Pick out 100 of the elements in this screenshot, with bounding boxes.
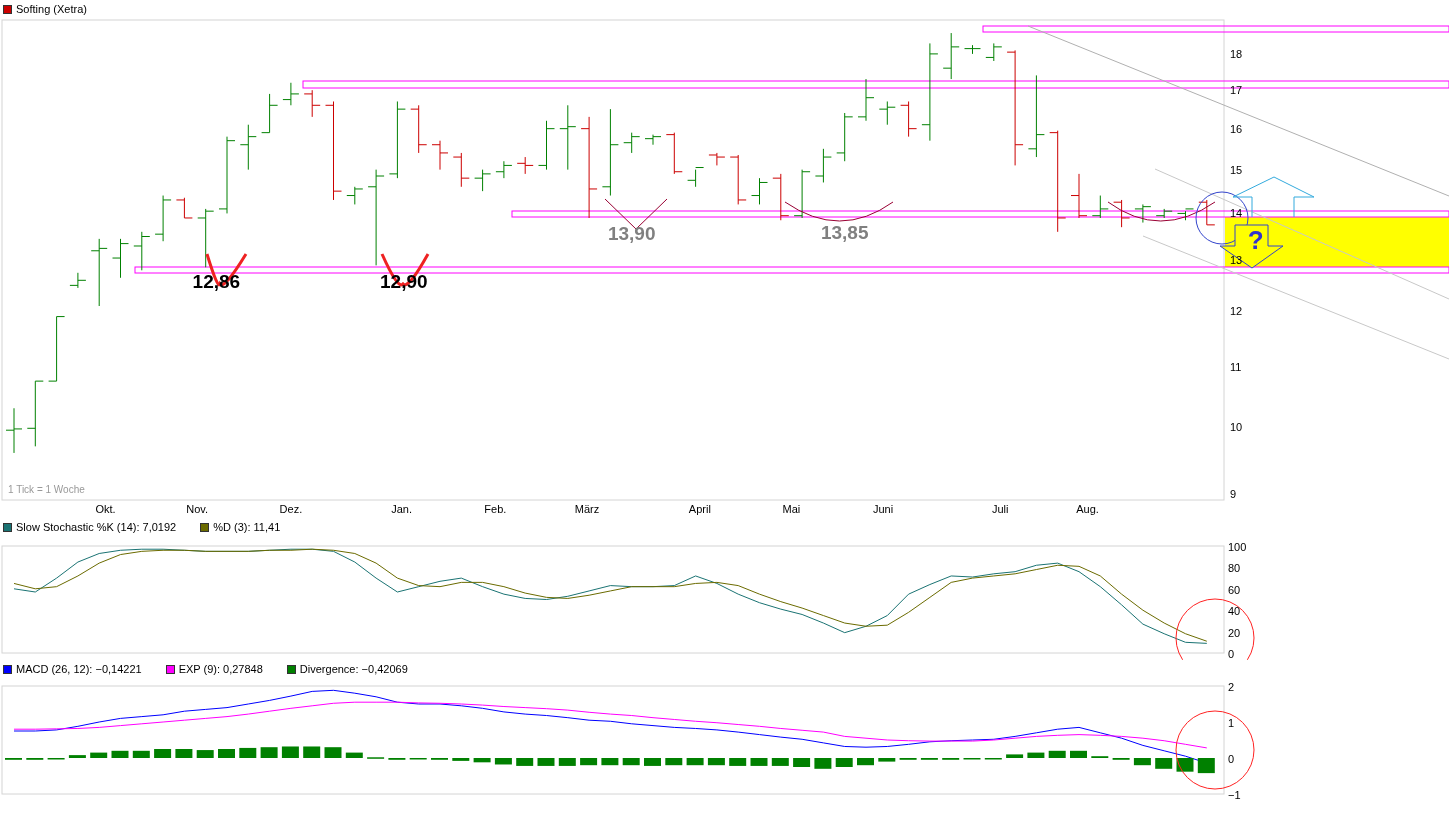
divergence-bar	[857, 758, 874, 766]
legend-label: %D (3): 11,41	[213, 519, 281, 535]
divergence-bar	[537, 758, 555, 766]
divergence-bar	[239, 747, 257, 758]
price-bar	[346, 186, 364, 205]
divergence-bar	[601, 758, 619, 766]
price-bar	[282, 82, 300, 106]
divergence-bar	[878, 758, 896, 762]
price-bar	[495, 160, 513, 179]
divergence-bar	[1133, 758, 1151, 766]
price-bar	[5, 407, 23, 454]
price-bar	[729, 154, 747, 205]
divergence-bar	[771, 758, 789, 766]
price-bar	[431, 140, 449, 171]
price-bar	[964, 44, 981, 55]
axis-label: 2	[1228, 681, 1235, 693]
axis-label: März	[574, 503, 600, 515]
axis-label: −1	[1228, 789, 1241, 800]
price-bar	[985, 42, 1003, 62]
divergence-bar	[324, 747, 342, 758]
divergence-bar	[1048, 750, 1066, 758]
axis-label: 12	[1230, 305, 1243, 318]
legend-label: MACD (26, 12): −0,14221	[16, 661, 142, 677]
price-annotation: ?	[1247, 225, 1264, 256]
interval-note: 1 Tick = 1 Woche	[8, 484, 85, 495]
axis-label: 17	[1230, 84, 1243, 97]
divergence-bar	[580, 758, 598, 766]
divergence-bar	[1176, 758, 1194, 772]
divergence-bar	[1155, 758, 1173, 769]
price-bar	[1155, 208, 1173, 219]
divergence-bar	[622, 758, 640, 766]
axis-label: 100	[1228, 541, 1247, 553]
divergence-bar	[473, 758, 491, 763]
divergence-bar	[644, 758, 661, 766]
axis-label: Okt.	[95, 503, 116, 515]
divergence-bar	[345, 752, 363, 758]
price-bar	[623, 132, 641, 154]
price-annotation: 13,90	[607, 222, 656, 244]
price-bar	[1198, 199, 1216, 226]
legend-label: Slow Stochastic %K (14): 7,0192	[16, 519, 177, 535]
divergence-bar	[111, 750, 129, 758]
price-bar	[1134, 203, 1152, 224]
divergence-bar	[686, 758, 704, 766]
axis-label: Aug.	[1076, 503, 1099, 515]
divergence-bar	[281, 746, 299, 758]
divergence-bar	[132, 750, 150, 758]
price-bar	[154, 195, 172, 242]
price-bar	[197, 208, 215, 268]
axis-label: Juni	[872, 503, 894, 515]
divergence-bar	[835, 758, 853, 767]
divergence-bar	[1027, 752, 1045, 758]
divergence-bar	[154, 749, 172, 758]
price-bar	[857, 78, 875, 122]
legend-label: EXP (9): 0,27848	[178, 661, 263, 677]
divergence-bar	[665, 758, 683, 766]
price-bar	[175, 197, 193, 219]
divergence-bar	[750, 758, 768, 766]
divergence-bar	[303, 746, 321, 758]
price-bar	[665, 132, 683, 175]
axis-label: 40	[1228, 605, 1241, 618]
price-bar	[878, 101, 896, 126]
legend-label: Softing (Xetra)	[16, 1, 87, 17]
price-bar	[1070, 173, 1088, 219]
divergence-bar	[1197, 758, 1215, 774]
axis-label: 15	[1230, 163, 1243, 176]
price-annotation: 13,85	[820, 221, 869, 243]
axis-label: 13	[1230, 254, 1243, 267]
axis-label: 80	[1228, 562, 1241, 575]
divergence-bar	[452, 758, 470, 761]
axis-label: 11	[1230, 360, 1242, 373]
price-bar	[303, 89, 321, 118]
price-bar	[48, 316, 66, 382]
price-bar	[239, 124, 257, 171]
legend-label: Divergence: −0,42069	[299, 661, 408, 677]
price-bar	[1177, 208, 1194, 221]
price-bar	[814, 148, 832, 183]
price-bar	[900, 101, 918, 138]
axis-label: Nov.	[186, 503, 209, 515]
divergence-bar	[729, 758, 747, 766]
divergence-bar	[516, 758, 534, 766]
price-bar	[474, 169, 492, 192]
price-bar	[687, 167, 705, 188]
axis-label: 20	[1228, 626, 1241, 639]
axis-label: April	[688, 503, 711, 515]
price-bar	[410, 104, 428, 154]
divergence-bar	[175, 749, 193, 758]
divergence-bar	[90, 752, 108, 758]
axis-label: 14	[1230, 207, 1243, 220]
divergence-bar	[260, 747, 278, 758]
price-bar	[793, 169, 811, 219]
divergence-bar	[218, 749, 235, 758]
price-bar	[708, 152, 726, 166]
price-bar	[133, 231, 151, 271]
axis-label: 1	[1228, 717, 1235, 729]
axis-label: Dez.	[279, 503, 303, 515]
axis-label: Jan.	[391, 503, 413, 515]
price-bar	[772, 173, 790, 221]
price-bar	[644, 134, 662, 146]
axis-label: 10	[1230, 421, 1243, 433]
axis-label: 16	[1230, 122, 1243, 135]
